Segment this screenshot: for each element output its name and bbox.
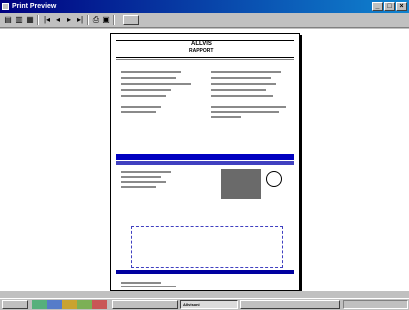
quicklaunch-icons[interactable] [32, 300, 107, 309]
report-page: ALLVIS RAPPORT [110, 33, 300, 291]
minimize-button[interactable]: _ [372, 2, 383, 11]
print-preview-window: Print Preview _ □ × ▤ ▥ ▦ |◂ ◂ ▸ ▸| ⎙ ▣ … [0, 0, 409, 310]
prev-icon[interactable]: ◂ [53, 15, 63, 25]
close-button[interactable]: × [396, 2, 407, 11]
report-title: ALLVIS [191, 41, 212, 47]
symbol-strip [116, 204, 294, 220]
setup-icon[interactable]: ▣ [101, 15, 111, 25]
status-bar [0, 291, 409, 298]
task-button-4[interactable] [240, 300, 340, 309]
title-bar: Print Preview _ □ × [0, 0, 409, 13]
schematic-diagram [131, 226, 283, 268]
task-button-allvisoni[interactable]: Allvisoni [180, 300, 238, 309]
zoom-icon[interactable]: ▦ [25, 15, 35, 25]
page-down-icon[interactable]: ▥ [14, 15, 24, 25]
section-band [116, 154, 294, 160]
task-button-1[interactable] [112, 300, 178, 309]
company-logo [266, 171, 282, 187]
start-button[interactable] [2, 300, 28, 309]
system-tray-clock [343, 300, 408, 309]
report-subtitle: RAPPORT [189, 48, 214, 54]
last-icon[interactable]: ▸| [75, 15, 85, 25]
page-up-icon[interactable]: ▤ [3, 15, 13, 25]
next-icon[interactable]: ▸ [64, 15, 74, 25]
toolbar: ▤ ▥ ▦ |◂ ◂ ▸ ▸| ⎙ ▣ [0, 13, 409, 28]
maximize-button[interactable]: □ [384, 2, 395, 11]
footer-band [116, 270, 294, 274]
preview-area[interactable]: ALLVIS RAPPORT [0, 29, 409, 291]
taskbar: Allvisoni [0, 298, 409, 310]
window-title: Print Preview [12, 3, 57, 10]
print-icon[interactable]: ⎙ [91, 15, 101, 25]
section-band-sub [116, 161, 294, 165]
first-icon[interactable]: |◂ [42, 15, 52, 25]
app-icon [2, 3, 9, 10]
close-preview-button[interactable] [123, 15, 139, 25]
equipment-photo [221, 169, 261, 199]
